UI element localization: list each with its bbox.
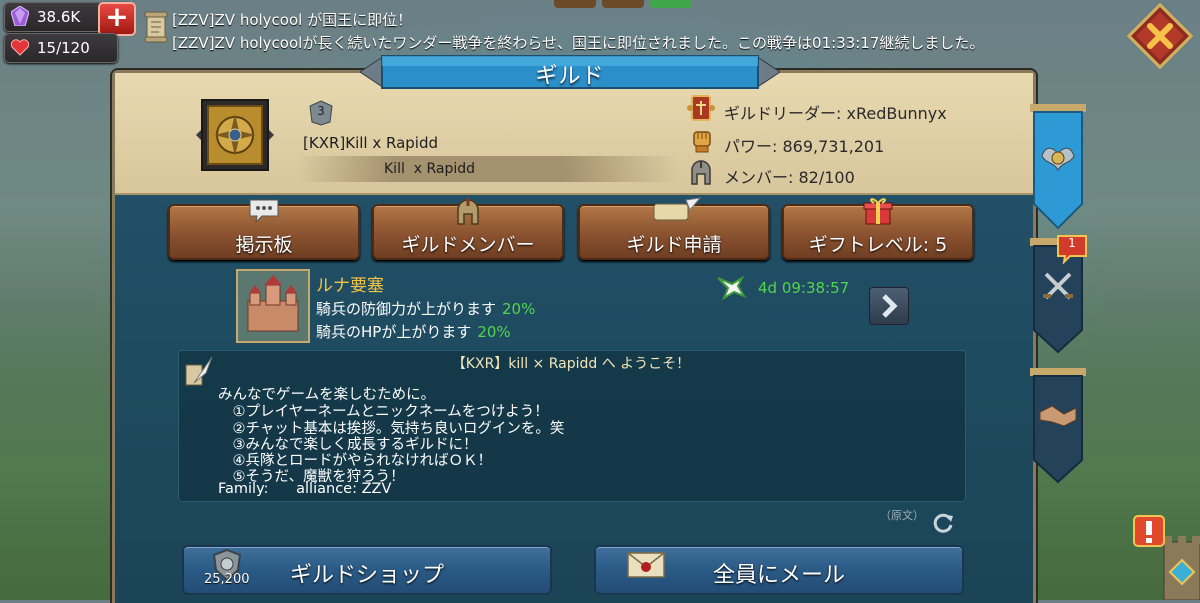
guild-members-button[interactable]: ギルドメンバー [372, 198, 564, 260]
guild-apply-button[interactable]: ギルド申請 [578, 197, 770, 260]
fortress-bonus-2: 騎兵のHPが上がります 20% [316, 321, 511, 342]
guild-name: [KXR]Kill x Rapidd [303, 134, 439, 152]
add-gems-button[interactable]: + [98, 2, 136, 36]
guild-coin-count: 25,200 [204, 572, 250, 587]
announcement-line-1: [ZZV]ZV holycool が国王に即位！ [172, 11, 413, 29]
board-label: 掲示板 [235, 234, 293, 256]
envelope-icon [627, 552, 665, 578]
scroll-quill-icon [653, 197, 702, 221]
announcement-line-2: [ZZV]ZV holycoolが長く続いたワンダー戦争を終わらせ、国王に即位さ… [172, 34, 985, 52]
scroll-icon [144, 11, 168, 43]
guild-apply-label: ギルド申請 [626, 234, 722, 256]
heart-icon [11, 39, 29, 56]
stamina-counter: 15/120 [4, 33, 118, 63]
original-text-label[interactable]: （原文） [880, 507, 924, 523]
refresh-icon[interactable] [930, 510, 956, 536]
guild-members-label: ギルドメンバー [401, 234, 535, 256]
fortress-bonus-1: 騎兵の防御力が上がります 20% [316, 298, 535, 319]
castle-quest-icon[interactable] [1130, 512, 1200, 600]
helmet-icon [691, 160, 711, 185]
helmet-icon [457, 198, 479, 225]
gift-level-label: ギフトレベル: 5 [808, 234, 948, 256]
alliance-tab-banner[interactable] [1030, 368, 1086, 484]
close-button[interactable] [1126, 2, 1194, 70]
chat-bubble-icon [249, 199, 279, 224]
guild-emblem[interactable] [196, 96, 274, 174]
fortress-image[interactable] [236, 269, 310, 343]
notification-count: 1 [1068, 236, 1076, 250]
fist-icon [693, 131, 711, 153]
dove-icon [717, 275, 747, 301]
gem-count: 38.6K [37, 8, 81, 26]
gift-box-icon [863, 198, 893, 225]
close-icon [1126, 2, 1194, 70]
fortress-detail-button[interactable] [869, 287, 909, 325]
board-button[interactable]: 掲示板 [168, 199, 360, 260]
fortress-bonus-2-text: 騎兵のHPが上がります [316, 323, 472, 341]
gem-icon [11, 6, 29, 26]
panel-title: ギルド [535, 64, 605, 89]
fortress-bonus-2-pct: 20% [477, 323, 511, 341]
guild-leader: ギルドリーダー: xRedBunnyx [724, 104, 947, 123]
top-tab-2[interactable] [602, 0, 644, 8]
leader-crest-icon [687, 95, 715, 121]
guild-motto-bar [298, 156, 678, 182]
fortress-timer: 4d 09:38:57 [758, 279, 850, 297]
fortress-name: ルナ要塞 [316, 276, 384, 296]
guild-members-count: メンバー: 82/100 [724, 168, 855, 187]
chevron-right-icon [882, 294, 898, 318]
guild-motto: Kill x Rapidd [384, 161, 476, 177]
fortress-bonus-1-pct: 20% [502, 300, 536, 318]
top-tab-1[interactable] [554, 0, 596, 8]
guild-level: 3 [317, 104, 325, 118]
notice-line: Family: alliance: ZZV [218, 481, 392, 497]
fortress-bonus-1-text: 騎兵の防御力が上がります [316, 300, 497, 318]
gift-level-button[interactable]: ギフトレベル: 5 [782, 198, 974, 260]
top-tab-3[interactable] [650, 0, 692, 8]
stamina-count: 15/120 [37, 39, 90, 57]
notice-title: 【KXR】kill × Rapidd へ ようこそ！ [451, 356, 691, 372]
guild-power: パワー: 869,731,201 [724, 137, 885, 156]
guild-tab-banner[interactable] [1030, 104, 1086, 230]
